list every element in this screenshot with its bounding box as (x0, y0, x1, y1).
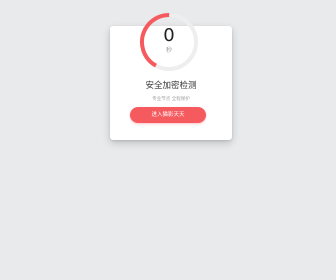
enter-site-button[interactable]: 进入猫影天天 (130, 107, 206, 123)
countdown-timer: 0 秒 (138, 11, 200, 73)
countdown-unit: 秒 (165, 47, 172, 54)
card-subtitle: 专业节点 全程保护 (152, 97, 190, 102)
verification-card: 0 秒 安全加密检测 专业节点 全程保护 进入猫影天天 (110, 13, 232, 140)
card-title: 安全加密检测 (145, 81, 197, 91)
page: 0 秒 安全加密检测 专业节点 全程保护 进入猫影天天 (0, 0, 336, 280)
countdown-value: 0 (163, 25, 175, 46)
